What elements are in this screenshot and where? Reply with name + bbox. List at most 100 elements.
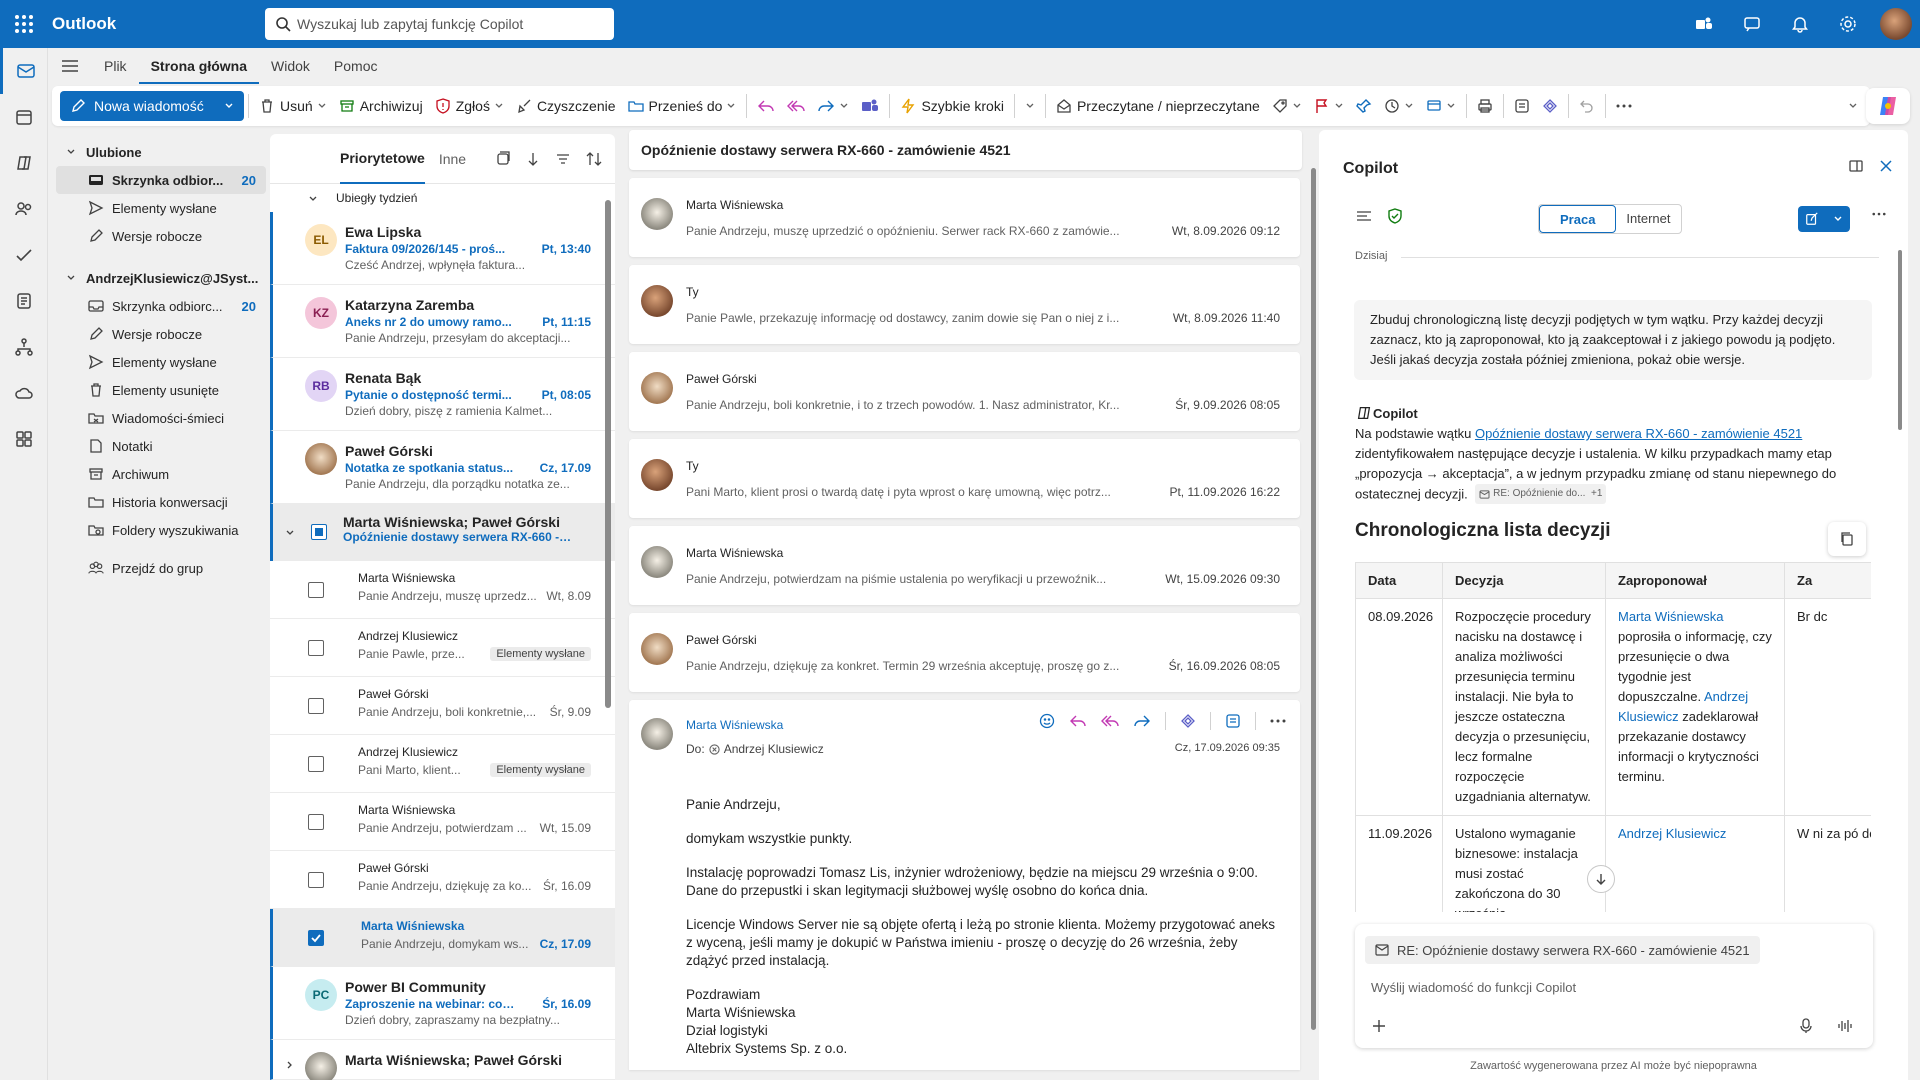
copilot-input[interactable]: Wyślij wiadomość do funkcji Copilot xyxy=(1371,980,1576,995)
section-header[interactable]: Ubiegły tydzień xyxy=(270,184,615,212)
list-item[interactable]: KZ Katarzyna Zaremba Aneks nr 2 do umowy… xyxy=(270,285,615,358)
folder-deleted[interactable]: Elementy usunięte xyxy=(56,376,266,404)
list-item[interactable]: Paweł Górski Notatka ze spotkania status… xyxy=(270,431,615,504)
recipient-name[interactable]: Andrzej Klusiewicz xyxy=(724,742,824,756)
thread-message[interactable]: Paweł Górski Panie Andrzeju, dziękuję za… xyxy=(629,613,1300,692)
tag-icon[interactable] xyxy=(1266,90,1308,122)
folder-drafts[interactable]: Wersje robocze xyxy=(56,320,266,348)
voice-wave-icon[interactable] xyxy=(1837,1018,1853,1034)
folder-inbox-favorite[interactable]: Skrzynka odbior... 20 xyxy=(56,166,266,194)
loop-icon[interactable] xyxy=(1536,90,1564,122)
more-options-icon[interactable] xyxy=(1610,90,1638,122)
conversation-item[interactable]: Marta Wiśniewska Panie Andrzeju, potwierd… xyxy=(270,793,615,851)
reply-icon[interactable] xyxy=(1069,713,1087,729)
move-button[interactable]: Przenieś do xyxy=(622,90,743,122)
hamburger-icon[interactable] xyxy=(48,48,92,84)
mail-icon[interactable] xyxy=(0,48,48,94)
reply-all-icon[interactable] xyxy=(1101,713,1119,729)
tab-view[interactable]: Widok xyxy=(259,48,322,84)
flag-icon[interactable] xyxy=(1308,90,1350,122)
folder-inbox[interactable]: Skrzynka odbiorc... 20 xyxy=(56,292,266,320)
conversation-item[interactable]: Marta Wiśniewska Panie Andrzeju, muszę up… xyxy=(270,561,615,619)
feedback-icon[interactable] xyxy=(1728,0,1776,48)
folder-search-folders[interactable]: Foldery wyszukiwania xyxy=(56,516,266,544)
read-unread-button[interactable]: Przeczytane / nieprzeczytane xyxy=(1050,90,1266,122)
conversation-item[interactable]: Paweł Górski Panie Andrzeju, boli konkret… xyxy=(270,677,615,735)
forward-icon[interactable] xyxy=(1133,713,1151,729)
tab-file[interactable]: Plik xyxy=(92,48,139,84)
list-item[interactable]: EL Ewa Lipska Faktura 09/2026/145 - proś… xyxy=(270,212,615,285)
thread-message[interactable]: Marta Wiśniewska Panie Andrzeju, muszę u… xyxy=(629,178,1300,257)
notes-icon[interactable] xyxy=(0,278,48,324)
scrollbar[interactable] xyxy=(605,200,611,708)
checkbox[interactable] xyxy=(308,872,324,888)
scroll-down-icon[interactable] xyxy=(1587,865,1615,893)
list-item[interactable]: Marta Wiśniewska; Paweł Górski xyxy=(270,1040,615,1080)
more-options-icon[interactable] xyxy=(1270,719,1286,723)
conversation-item-selected[interactable]: Marta Wiśniewska Panie Andrzeju, domykam … xyxy=(270,909,615,967)
pop-out-icon[interactable] xyxy=(1848,158,1864,174)
folder-sent[interactable]: Elementy wysłane xyxy=(56,348,266,376)
quick-steps-dropdown[interactable] xyxy=(1019,90,1041,122)
apps-icon[interactable] xyxy=(0,416,48,462)
copilot-icon[interactable] xyxy=(1866,88,1910,124)
immersive-reader-icon[interactable] xyxy=(1508,90,1536,122)
thread-message[interactable]: Ty Pani Marto, klient prosi o twardą dat… xyxy=(629,439,1300,518)
search-input[interactable]: Wyszukaj lub zapytaj funkcję Copilot xyxy=(265,8,614,40)
checkbox[interactable] xyxy=(308,930,324,946)
bell-icon[interactable] xyxy=(1776,0,1824,48)
new-chat-button[interactable] xyxy=(1798,206,1850,232)
delete-button[interactable]: Usuń xyxy=(253,90,333,122)
shield-check-icon[interactable] xyxy=(1387,208,1403,224)
teams-share-icon[interactable] xyxy=(855,90,885,122)
conversation-checkbox[interactable] xyxy=(311,524,327,540)
forward-icon[interactable] xyxy=(811,90,855,122)
loop-icon[interactable] xyxy=(1180,713,1196,729)
thread-link[interactable]: Opóźnienie dostawy serwera RX-660 - zamó… xyxy=(1475,426,1802,441)
folder-conversation-history[interactable]: Historia konwersacji xyxy=(56,488,266,516)
conversation-item[interactable]: Andrzej Klusiewicz Pani Marto, klient... E… xyxy=(270,735,615,793)
checkbox[interactable] xyxy=(308,640,324,656)
undo-icon[interactable] xyxy=(1573,90,1601,122)
onedrive-icon[interactable] xyxy=(0,370,48,416)
quick-steps-button[interactable]: Szybkie kroki xyxy=(894,90,1009,122)
print-icon[interactable] xyxy=(1471,90,1499,122)
thread-message[interactable]: Ty Panie Pawle, przekazuję informację od… xyxy=(629,265,1300,344)
folder-sent-favorite[interactable]: Elementy wysłane xyxy=(56,194,266,222)
pin-icon[interactable] xyxy=(1350,90,1378,122)
jump-icon[interactable] xyxy=(525,151,541,167)
tab-other[interactable]: Inne xyxy=(439,134,466,184)
immersive-reader-icon[interactable] xyxy=(1225,713,1241,729)
go-to-groups[interactable]: Przejdź do grup xyxy=(56,554,266,582)
filter-icon[interactable] xyxy=(555,151,571,167)
checkbox[interactable] xyxy=(308,814,324,830)
folder-archive[interactable]: Archiwum xyxy=(56,460,266,488)
avatar[interactable] xyxy=(1880,8,1912,40)
tab-focused[interactable]: Priorytetowe xyxy=(340,134,425,184)
org-icon[interactable] xyxy=(0,324,48,370)
source-chip[interactable]: RE: Opóźnienie do... +1 xyxy=(1475,484,1607,504)
tab-help[interactable]: Pomoc xyxy=(322,48,390,84)
favorites-header[interactable]: Ulubione xyxy=(56,138,266,166)
scope-work-button[interactable]: Praca xyxy=(1539,205,1617,233)
menu-lines-icon[interactable] xyxy=(1355,208,1373,224)
archive-button[interactable]: Archiwizuj xyxy=(333,90,429,122)
thread-message[interactable]: Marta Wiśniewska Panie Andrzeju, potwier… xyxy=(629,526,1300,605)
checkbox[interactable] xyxy=(308,756,324,772)
ribbon-expand-icon[interactable] xyxy=(1848,101,1858,111)
more-options-icon[interactable] xyxy=(1872,212,1886,216)
scrollbar[interactable] xyxy=(1311,168,1316,1030)
sender-name[interactable]: Marta Wiśniewska xyxy=(686,718,783,732)
app-launcher-icon[interactable] xyxy=(14,14,34,34)
app-title[interactable]: Outlook xyxy=(52,14,116,34)
people-icon[interactable] xyxy=(0,186,48,232)
conversation-item[interactable]: Andrzej Klusiewicz Panie Pawle, prze... El… xyxy=(270,619,615,677)
sort-icon[interactable] xyxy=(585,151,603,167)
snooze-icon[interactable] xyxy=(1378,90,1420,122)
checkbox[interactable] xyxy=(308,582,324,598)
rules-icon[interactable] xyxy=(1420,90,1462,122)
account-header[interactable]: AndrzejKlusiewicz@JSyst... xyxy=(56,264,266,292)
scrollbar[interactable] xyxy=(1898,250,1902,430)
conversation-item[interactable]: Paweł Górski Panie Andrzeju, dziękuję za … xyxy=(270,851,615,909)
tab-home[interactable]: Strona główna xyxy=(138,48,260,84)
